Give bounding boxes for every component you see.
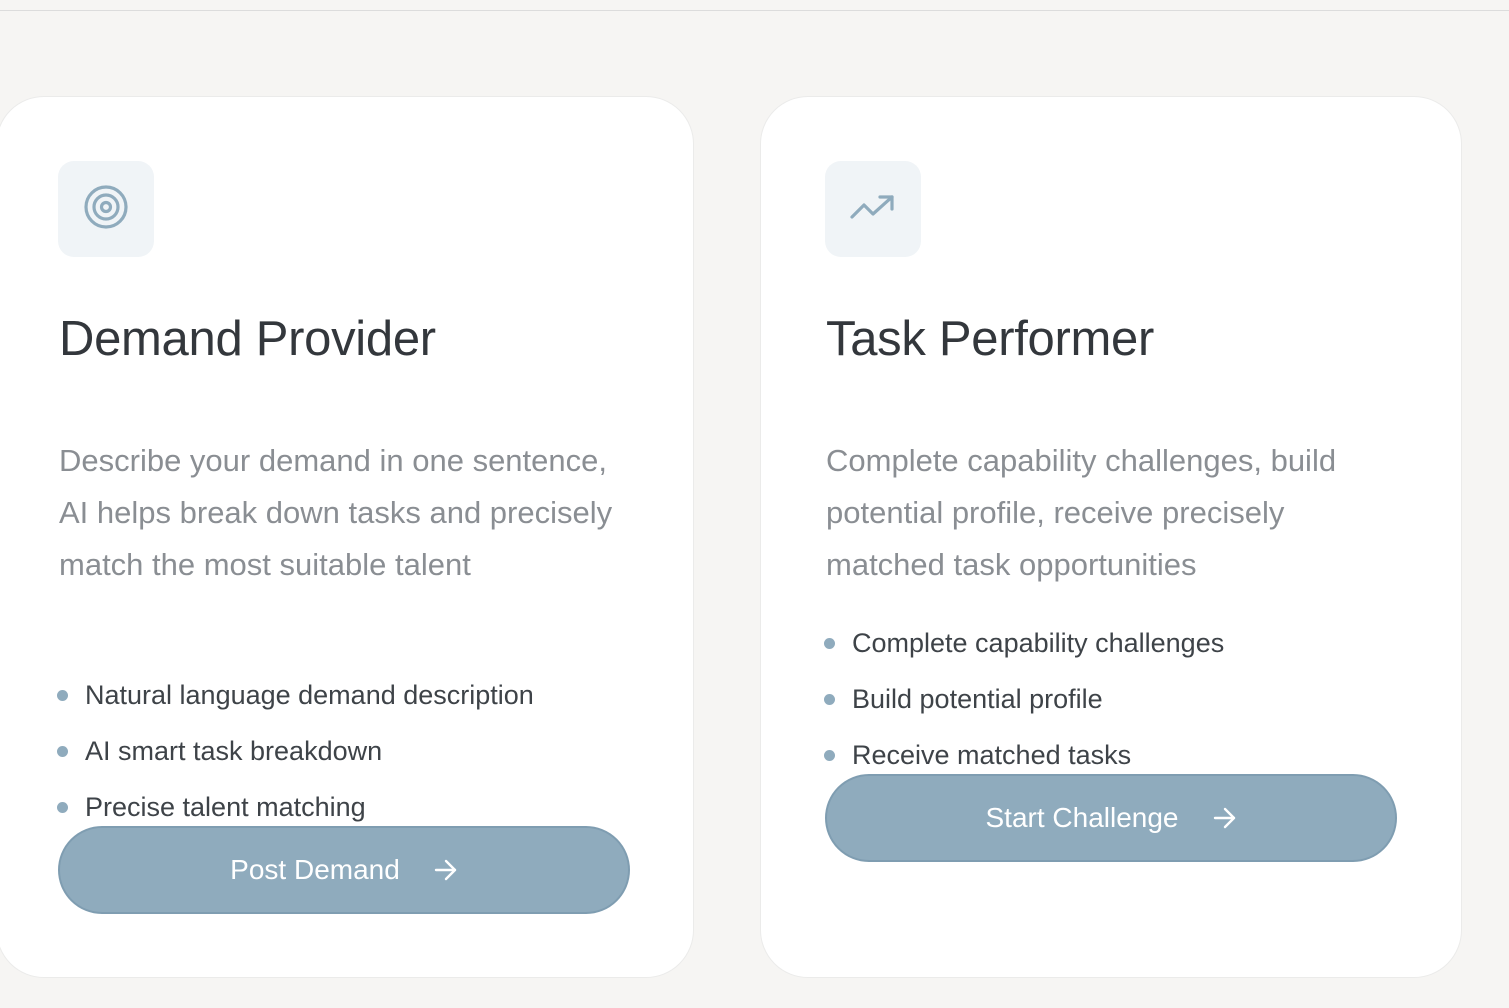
feature-label: Natural language demand description (85, 679, 534, 710)
arrow-right-icon (1213, 807, 1237, 829)
bullet-dot (57, 801, 68, 813)
top-divider (0, 0, 1509, 11)
card-title: Task Performer (826, 312, 1154, 366)
card-title: Demand Provider (59, 312, 436, 366)
feature-label: Complete capability challenges (852, 627, 1225, 658)
feature-label: Build potential profile (852, 683, 1103, 714)
button-label: Post Demand (230, 854, 400, 885)
feature-list: Natural language demand description AI s… (57, 667, 534, 835)
icon-tile (825, 161, 921, 257)
bullet-dot (57, 745, 68, 757)
list-item: AI smart task breakdown (57, 723, 534, 779)
button-label: Start Challenge (985, 802, 1179, 833)
feature-label: AI smart task breakdown (85, 735, 383, 766)
card-description: Describe your demand in one sentence, AI… (59, 443, 613, 582)
card-description: Complete capability challenges, build po… (826, 443, 1337, 582)
post-demand-button[interactable]: Post Demand (58, 826, 630, 914)
list-item: Natural language demand description (57, 667, 534, 723)
bullet-dot (824, 637, 835, 649)
feature-label: Receive matched tasks (852, 739, 1132, 770)
start-challenge-button[interactable]: Start Challenge (825, 774, 1397, 862)
list-item: Build potential profile (824, 671, 1224, 727)
target-icon (83, 184, 129, 235)
demand-provider-card: Demand Provider Describe your demand in … (0, 96, 694, 978)
feature-label: Precise talent matching (85, 791, 366, 822)
task-performer-card: Task Performer Complete capability chall… (760, 96, 1462, 978)
trending-up-icon (849, 192, 897, 227)
feature-list: Complete capability challenges Build pot… (824, 615, 1224, 783)
list-item: Complete capability challenges (824, 615, 1224, 671)
bullet-dot (824, 749, 835, 761)
bullet-dot (824, 693, 835, 705)
icon-tile (58, 161, 154, 257)
arrow-right-icon (434, 859, 458, 881)
bullet-dot (57, 689, 68, 701)
